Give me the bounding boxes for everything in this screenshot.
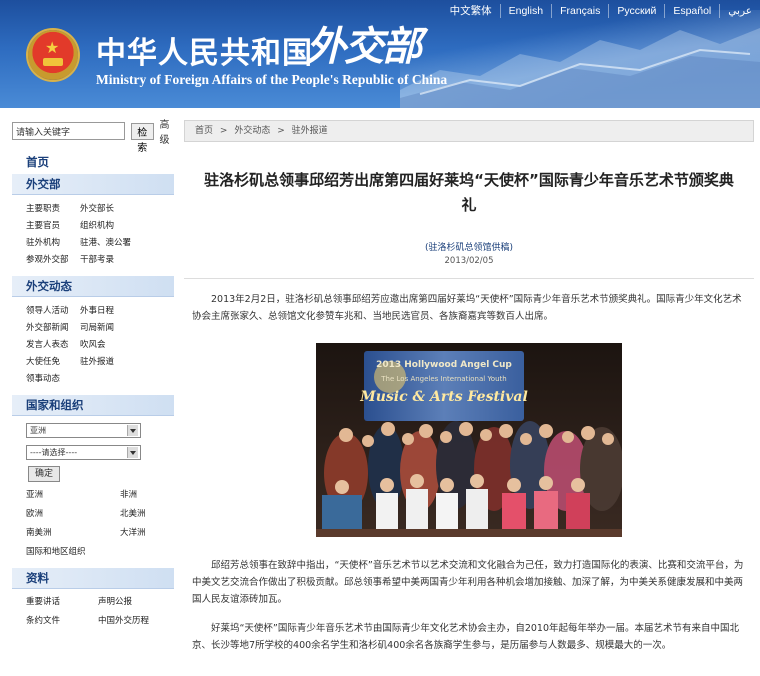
sidebar-link[interactable]: 驻港、澳公署 xyxy=(80,236,140,248)
site-title-calligraphy: 外交部 xyxy=(306,23,422,70)
region-select-value: 亚洲 xyxy=(30,426,46,435)
sidebar-link[interactable]: 欧洲 xyxy=(26,507,120,519)
search-input[interactable] xyxy=(12,122,125,140)
breadcrumb: 首页 > 外交动态 > 驻外报道 xyxy=(184,120,754,142)
language-switcher: 中文繁体 English Français Русский Español عر… xyxy=(442,4,760,18)
chevron-down-icon xyxy=(130,429,136,433)
sidebar-link[interactable]: 参观外交部 xyxy=(26,253,80,265)
sidebar-link[interactable]: 领事动态 xyxy=(26,372,80,384)
sidebar-link[interactable]: 非洲 xyxy=(120,488,180,500)
search-bar: 检索 高级 xyxy=(12,120,174,154)
breadcrumb-separator: > xyxy=(219,126,228,136)
sidebar-ministry-links: 主要职责 外交部长 主要官员 组织机构 驻外机构 驻港、澳公署 参观外交部 干部… xyxy=(12,195,174,268)
sidebar-link[interactable]: 外事日程 xyxy=(80,304,140,316)
chevron-down-icon xyxy=(130,451,136,455)
sidebar-link[interactable]: 国际和地区组织 xyxy=(26,545,120,557)
sidebar-link[interactable]: 声明公报 xyxy=(98,595,178,607)
event-photo-graphic: 2013 Hollywood Angel Cup The Los Angeles… xyxy=(316,343,622,537)
breadcrumb-news[interactable]: 外交动态 xyxy=(234,126,270,136)
left-sidebar: 检索 高级 首页 外交部 主要职责 外交部长 主要官员 组织机构 驻外机构 驻港… xyxy=(12,120,174,629)
sidebar-section-diplomatic-news[interactable]: 外交动态 xyxy=(12,276,174,297)
sidebar-link[interactable]: 大使任免 xyxy=(26,355,80,367)
sidebar-link[interactable]: 主要职责 xyxy=(26,202,80,214)
sidebar-link[interactable]: 发言人表态 xyxy=(26,338,80,350)
sidebar-link[interactable]: 领导人活动 xyxy=(26,304,80,316)
lang-link[interactable]: Русский xyxy=(608,4,664,18)
breadcrumb-home[interactable]: 首页 xyxy=(195,126,213,136)
sidebar-region-links: 亚洲 非洲 欧洲 北美洲 南美洲 大洋洲 国际和地区组织 xyxy=(12,482,174,560)
article-main: 首页 > 外交动态 > 驻外报道 驻洛杉矶总领事邱绍芳出席第四届好莱坞“天使杯”… xyxy=(184,120,754,654)
article-paragraph: 邱绍芳总领事在致辞中指出，“天使杯”音乐艺术节以艺术交流和文化融合为己任，致力打… xyxy=(192,560,744,605)
sidebar-section-countries[interactable]: 国家和组织 xyxy=(12,395,174,416)
sidebar-link[interactable]: 中国外交历程 xyxy=(98,614,178,626)
sidebar-link[interactable]: 组织机构 xyxy=(80,219,140,231)
site-header: ★ 中华人民共和国 外交部 Ministry of Foreign Affair… xyxy=(0,0,760,108)
sidebar-link[interactable]: 亚洲 xyxy=(26,488,120,500)
sidebar-resource-links: 重要讲话 声明公报 条约文件 中国外交历程 xyxy=(12,589,174,629)
lang-link[interactable]: Français xyxy=(551,4,608,18)
sidebar-link[interactable]: 北美洲 xyxy=(120,507,180,519)
lang-link[interactable]: English xyxy=(499,4,551,18)
great-wall-banner xyxy=(400,10,760,108)
photo-banner-line2: The Los Angeles International Youth xyxy=(380,375,506,383)
sidebar-link[interactable]: 司局新闻 xyxy=(80,321,140,333)
search-button[interactable]: 检索 xyxy=(131,122,154,154)
site-title-cn: 中华人民共和国 xyxy=(96,36,313,71)
photo-banner-line1: 2013 Hollywood Angel Cup xyxy=(376,360,512,370)
country-select-value: ----请选择---- xyxy=(30,448,78,457)
article-title: 驻洛杉矶总领事邱绍芳出席第四届好莱坞“天使杯”国际青少年音乐艺术节颁奖典礼 xyxy=(204,171,734,214)
sidebar-section-ministry[interactable]: 外交部 xyxy=(12,174,174,195)
article-source: (驻洛杉矶总领馆供稿) xyxy=(424,243,514,253)
sidebar-link[interactable]: 重要讲话 xyxy=(26,595,98,607)
lang-link[interactable]: 中文繁体 xyxy=(442,4,500,18)
breadcrumb-current[interactable]: 驻外报道 xyxy=(292,126,328,136)
article-paragraph: 2013年2月2日，驻洛杉矶总领事邱绍芳应邀出席第四届好莱坞“天使杯”国际青少年… xyxy=(192,294,742,322)
sidebar-link[interactable]: 条约文件 xyxy=(26,614,98,626)
article-date: 2013/02/05 xyxy=(444,256,494,266)
site-title-en: Ministry of Foreign Affairs of the Peopl… xyxy=(96,72,448,87)
sidebar-link[interactable]: 主要官员 xyxy=(26,219,80,231)
sidebar-section-resources[interactable]: 资料 xyxy=(12,568,174,589)
divider xyxy=(184,278,754,279)
region-select[interactable]: 亚洲 xyxy=(26,423,141,438)
sidebar-link[interactable]: 外交部长 xyxy=(80,202,140,214)
sidebar-link[interactable]: 驻外机构 xyxy=(26,236,80,248)
lang-link[interactable]: عربي xyxy=(719,4,760,18)
sidebar-news-links: 领导人活动 外事日程 外交部新闻 司局新闻 发言人表态 吹风会 大使任免 驻外报… xyxy=(12,297,174,387)
sidebar-link[interactable]: 吹风会 xyxy=(80,338,140,350)
country-select[interactable]: ----请选择---- xyxy=(26,445,141,460)
event-photo: 2013 Hollywood Angel Cup The Los Angeles… xyxy=(316,343,622,537)
lang-link[interactable]: Español xyxy=(664,4,719,18)
sidebar-link[interactable]: 大洋洲 xyxy=(120,526,180,538)
sidebar-link[interactable]: 驻外报道 xyxy=(80,355,140,367)
sidebar-link[interactable]: 干部考录 xyxy=(80,253,140,265)
sidebar-link[interactable]: 外交部新闻 xyxy=(26,321,80,333)
article-paragraph: 好莱坞“天使杯”国际青少年音乐艺术节由国际青少年文化艺术协会主办，自2010年起… xyxy=(192,623,740,651)
national-emblem-icon[interactable]: ★ xyxy=(28,30,78,80)
sidebar-link[interactable]: 南美洲 xyxy=(26,526,120,538)
photo-banner-line3: Music & Arts Festival xyxy=(359,389,528,405)
breadcrumb-separator: > xyxy=(277,126,285,136)
advanced-search-link[interactable]: 高级 xyxy=(160,116,175,146)
confirm-button[interactable]: 确定 xyxy=(28,466,60,482)
sidebar-item-home[interactable]: 首页 xyxy=(12,154,174,170)
